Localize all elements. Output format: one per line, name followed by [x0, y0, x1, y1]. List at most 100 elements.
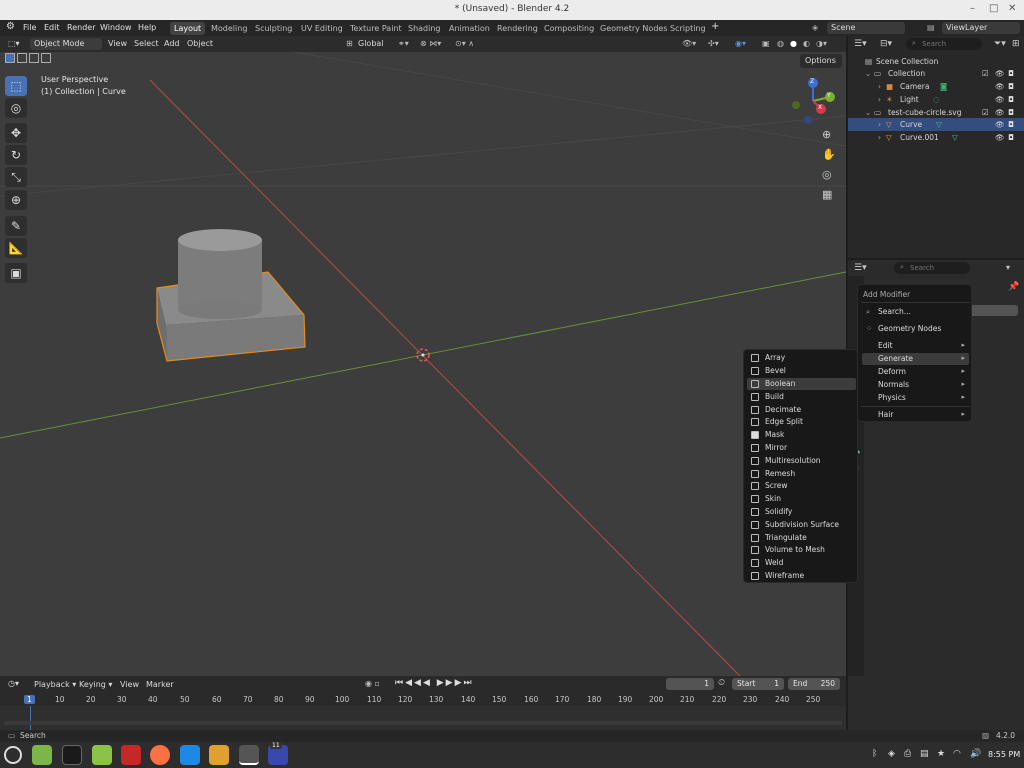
rendered-shading-icon[interactable]: ◑▾ — [816, 39, 827, 48]
editor-type-icon[interactable]: ⬚▾ — [8, 39, 20, 48]
tab-animation[interactable]: Animation — [445, 22, 494, 35]
measure-tool-icon[interactable]: 📐 — [5, 238, 27, 258]
menu-item-skin[interactable]: Skin — [747, 493, 856, 505]
timeline-menu-playback[interactable]: Playback ▾ — [34, 680, 76, 689]
menu-item-remesh[interactable]: Remesh — [747, 468, 856, 480]
document-icon[interactable]: ▤ — [920, 749, 929, 759]
current-frame-marker[interactable]: 1 — [24, 695, 35, 704]
zoom-icon[interactable]: ⊕ — [822, 128, 831, 141]
menu-item-deform[interactable]: Deform ▸ — [862, 366, 969, 378]
viewport-menu-object[interactable]: Object — [187, 39, 213, 48]
select-mode-subtract-icon[interactable] — [29, 53, 39, 63]
tab-texture-paint[interactable]: Texture Paint — [346, 22, 406, 35]
auto-keying-icon[interactable]: ◉ ▫ — [365, 679, 380, 688]
playback-controls-icon[interactable]: ⏮◀◀◀ ▶▶▶⏭ — [395, 678, 474, 688]
properties-options-icon[interactable]: ▾ — [1006, 263, 1010, 272]
folder-icon[interactable] — [92, 745, 112, 765]
select-mode-extend-icon[interactable] — [17, 53, 27, 63]
menu-item-subdivision-surface[interactable]: Subdivision Surface — [747, 519, 856, 531]
minimize-icon[interactable]: – — [970, 3, 975, 14]
timeline-editor-icon[interactable]: ◷▾ — [8, 679, 19, 688]
snap-icon[interactable]: ⊗ ⋈▾ — [420, 39, 441, 48]
bluetooth-icon[interactable]: ᛒ — [872, 749, 877, 759]
outliner-row-curve-001[interactable]: › ▽ Curve.001 ▽ 👁 ◘ — [848, 131, 1024, 144]
printer-icon[interactable]: ⎙ — [904, 749, 911, 759]
timeline-area[interactable]: 1 10 20 30 40 50 60 70 80 90 100 110 120… — [0, 693, 846, 730]
outliner-editor-icon[interactable]: ☰▾ — [854, 39, 867, 49]
pin-icon[interactable]: 📌 — [1008, 282, 1019, 292]
mode-dropdown[interactable]: Object Mode — [30, 38, 102, 50]
shield-icon[interactable]: ◈ — [888, 749, 895, 759]
camera-view-icon[interactable]: ◎ — [822, 168, 832, 181]
transform-tool-icon[interactable]: ⊕ — [5, 190, 27, 210]
3d-viewport[interactable]: User Perspective (1) Collection | Curve … — [0, 36, 846, 676]
pivot-icon[interactable]: ⚭▾ — [398, 39, 409, 48]
material-shading-icon[interactable]: ◐ — [803, 39, 810, 48]
menu-item-triangulate[interactable]: Triangulate — [747, 532, 856, 544]
blender-taskbar-icon[interactable] — [239, 745, 259, 765]
menu-item-edge-split[interactable]: Edge Split — [747, 416, 856, 428]
gimp-icon[interactable] — [209, 745, 229, 765]
scale-tool-icon[interactable]: ⤡ — [5, 167, 27, 187]
menu-item-solidify[interactable]: Solidify — [747, 506, 856, 518]
start-menu-icon[interactable] — [4, 746, 22, 764]
clock-icon[interactable]: ⏲ — [718, 678, 725, 688]
menu-item-weld[interactable]: Weld — [747, 557, 856, 569]
gizmo-toggle-icon[interactable]: ✣▾ — [708, 39, 719, 48]
menu-item-boolean[interactable]: Boolean — [747, 378, 856, 390]
rotate-tool-icon[interactable]: ↻ — [5, 145, 27, 165]
scene-field[interactable]: Scene — [827, 22, 905, 34]
new-collection-icon[interactable]: ⊞ — [1012, 39, 1020, 49]
viewport-menu-select[interactable]: Select — [134, 39, 159, 48]
properties-search-input[interactable]: ⌕ Search — [894, 262, 970, 274]
select-mode-new-icon[interactable] — [5, 53, 15, 63]
menu-file[interactable]: File — [23, 23, 36, 32]
file-manager-icon[interactable] — [32, 745, 52, 765]
options-dropdown[interactable]: Options — [800, 54, 842, 68]
tab-scripting[interactable]: Scripting — [666, 22, 710, 35]
visibility-icon[interactable]: 👁▾ — [682, 39, 696, 48]
menu-item-hair[interactable]: Hair ▸ — [862, 409, 969, 421]
current-frame-field[interactable]: 1 — [666, 678, 714, 690]
app-icon[interactable] — [121, 745, 141, 765]
chromium-icon[interactable] — [180, 745, 200, 765]
menu-item-generate[interactable]: Generate ▸ — [862, 353, 969, 365]
menu-item-build[interactable]: Build — [747, 391, 856, 403]
tab-geometry-nodes[interactable]: Geometry Nodes — [596, 22, 671, 35]
hand-pan-icon[interactable]: ✋ — [822, 148, 836, 161]
navigation-gizmo[interactable]: Z Y X — [788, 76, 838, 126]
solid-shading-icon[interactable]: ● — [790, 39, 797, 48]
move-tool-icon[interactable]: ✥ — [5, 123, 27, 143]
properties-editor-icon[interactable]: ☰▾ — [854, 263, 867, 273]
end-frame-field[interactable]: End 250 — [788, 678, 840, 690]
viewport-menu-add[interactable]: Add — [164, 39, 180, 48]
menu-item-geometry-nodes[interactable]: ⁘ Geometry Nodes — [862, 323, 969, 335]
maximize-icon[interactable]: □ — [989, 3, 998, 14]
wireframe-shading-icon[interactable]: ◍ — [777, 39, 784, 48]
tab-uv-editing[interactable]: UV Editing — [297, 22, 347, 35]
menu-edit[interactable]: Edit — [44, 23, 60, 32]
xray-icon[interactable]: ▣ — [762, 39, 770, 48]
add-modifier-button[interactable] — [966, 305, 1018, 316]
menu-render[interactable]: Render — [67, 23, 95, 32]
menu-help[interactable]: Help — [138, 23, 156, 32]
proportional-edit-icon[interactable]: ⊙▾ ∧ — [455, 39, 474, 48]
tab-rendering[interactable]: Rendering — [493, 22, 542, 35]
outliner-row-camera[interactable]: › ■ Camera ◙ 👁 ◘ — [848, 80, 1024, 93]
timeline-menu-marker[interactable]: Marker — [146, 680, 174, 689]
menu-item-bevel[interactable]: Bevel — [747, 365, 856, 377]
perspective-toggle-icon[interactable]: ▦ — [822, 188, 832, 201]
cylinder-object[interactable] — [178, 229, 262, 319]
cursor-tool-icon[interactable]: ◎ — [5, 98, 27, 118]
menu-item-screw[interactable]: Screw — [747, 480, 856, 492]
timeline-menu-view[interactable]: View — [120, 680, 139, 689]
viewport-menu-view[interactable]: View — [108, 39, 127, 48]
display-mode-icon[interactable]: ⊟▾ — [880, 39, 892, 49]
overlay-toggle-icon[interactable]: ◉▾ — [735, 39, 746, 48]
outliner-search-input[interactable]: ⌕ Search — [906, 38, 982, 50]
menu-item-wireframe[interactable]: Wireframe — [747, 570, 856, 582]
playhead-line[interactable] — [30, 706, 31, 730]
menu-item-volume-to-mesh[interactable]: Volume to Mesh — [747, 544, 856, 556]
tab-compositing[interactable]: Compositing — [540, 22, 598, 35]
start-frame-field[interactable]: Start 1 — [732, 678, 784, 690]
